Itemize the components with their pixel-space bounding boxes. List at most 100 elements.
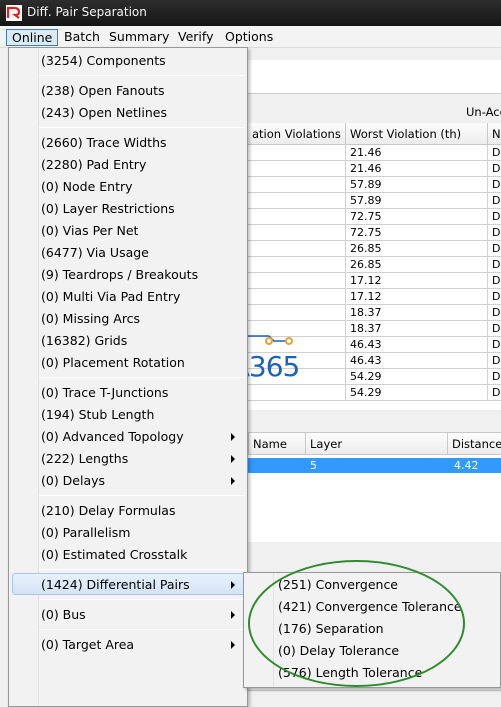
menu-item-teardrops-breakouts[interactable]: (9) Teardrops / Breakouts — [41, 264, 198, 286]
menu-summary[interactable]: Summary — [104, 29, 174, 46]
menu-item-delay-formulas[interactable]: (210) Delay Formulas — [41, 500, 175, 522]
menu-item-multi-via-pad-entry[interactable]: (0) Multi Via Pad Entry — [41, 286, 180, 308]
table-cell-violations[interactable] — [248, 273, 346, 289]
column-header-n[interactable]: N — [488, 123, 501, 145]
menu-item-trace-t-junctions[interactable]: (0) Trace T-Junctions — [41, 382, 168, 404]
toolbar-area — [248, 60, 501, 94]
table-cell-n[interactable]: DI — [488, 305, 501, 321]
menu-item-vias-per-net[interactable]: (0) Vias Per Net — [41, 220, 138, 242]
menu-batch[interactable]: Batch — [59, 29, 105, 46]
menu-item-pad-entry[interactable]: (2280) Pad Entry — [41, 154, 146, 176]
app-icon — [6, 5, 22, 21]
menu-item-trace-widths[interactable]: (2660) Trace Widths — [41, 132, 167, 154]
menu-item-grids[interactable]: (16382) Grids — [41, 330, 127, 352]
table-cell-violations[interactable] — [248, 209, 346, 225]
column-header-name[interactable]: Name — [248, 433, 306, 455]
table-cell-worst-violation[interactable]: 21.46 — [346, 145, 488, 161]
table-cell-worst-violation[interactable]: 54.29 — [346, 369, 488, 385]
table-cell-worst-violation[interactable]: 57.89 — [346, 177, 488, 193]
menu-item-target-area[interactable]: (0) Target Area — [41, 634, 134, 656]
table-cell-n[interactable]: DI — [488, 145, 501, 161]
table-cell-n[interactable]: DI — [488, 177, 501, 193]
table-cell-n[interactable]: DI — [488, 321, 501, 337]
table-cell-n[interactable]: DI — [488, 257, 501, 273]
menu-separator — [39, 629, 245, 630]
column-header-violations[interactable]: ation Violations — [248, 123, 346, 145]
menu-item-via-usage[interactable]: (6477) Via Usage — [41, 242, 149, 264]
table-cell-n[interactable]: DI — [488, 241, 501, 257]
menu-item-parallelism[interactable]: (0) Parallelism — [41, 522, 130, 544]
table-cell-violations[interactable] — [248, 161, 346, 177]
table-cell-n[interactable]: DI — [488, 225, 501, 241]
table-cell-n[interactable]: DI — [488, 273, 501, 289]
table-row-selected[interactable]: 5 4.42 — [248, 458, 501, 473]
submenu-arrow-icon — [231, 477, 235, 485]
menu-item-lengths[interactable]: (222) Lengths — [41, 448, 128, 470]
table-cell-worst-violation[interactable]: 18.37 — [346, 321, 488, 337]
menu-item-differential-pairs[interactable]: (1424) Differential Pairs — [41, 574, 190, 596]
column-header-worst-violation[interactable]: Worst Violation (th) — [346, 123, 488, 145]
table-cell-worst-violation[interactable]: 17.12 — [346, 289, 488, 305]
submenu-arrow-icon — [231, 581, 235, 589]
submenu-arrow-icon — [231, 611, 235, 619]
menu-online[interactable]: Online — [6, 29, 59, 46]
menu-verify[interactable]: Verify — [173, 29, 218, 46]
table-cell-worst-violation[interactable]: 57.89 — [346, 193, 488, 209]
column-header-layer[interactable]: Layer — [306, 433, 448, 455]
menu-item-missing-arcs[interactable]: (0) Missing Arcs — [41, 308, 140, 330]
unaccounted-label: Un-Acc — [466, 105, 501, 119]
title-bar: Diff. Pair Separation — [0, 0, 501, 26]
table-cell-n[interactable]: DI — [488, 337, 501, 353]
menu-separator — [39, 569, 245, 570]
table-cell-n[interactable]: DI — [488, 193, 501, 209]
table-cell-worst-violation[interactable]: 54.29 — [346, 385, 488, 401]
table-cell-worst-violation[interactable]: 17.12 — [346, 273, 488, 289]
table-cell-violations[interactable] — [248, 289, 346, 305]
table-cell-violations[interactable] — [248, 145, 346, 161]
table-cell-worst-violation[interactable]: 26.85 — [346, 241, 488, 257]
submenu-arrow-icon — [231, 433, 235, 441]
menu-item-layer-restrictions[interactable]: (0) Layer Restrictions — [41, 198, 175, 220]
menu-separator — [39, 377, 245, 378]
detail-table[interactable]: Name Layer Distance 5 4.42 — [248, 432, 501, 542]
submenu-arrow-icon — [231, 641, 235, 649]
table-cell-violations[interactable] — [248, 225, 346, 241]
menu-item-stub-length[interactable]: (194) Stub Length — [41, 404, 154, 426]
menu-item-open-fanouts[interactable]: (238) Open Fanouts — [41, 80, 165, 102]
table-cell-violations[interactable] — [248, 193, 346, 209]
table-cell-worst-violation[interactable]: 72.75 — [346, 225, 488, 241]
menu-item-node-entry[interactable]: (0) Node Entry — [41, 176, 133, 198]
table-cell-worst-violation[interactable]: 18.37 — [346, 305, 488, 321]
menu-options[interactable]: Options — [220, 29, 278, 46]
table-cell-violations[interactable] — [248, 241, 346, 257]
selected-distance: 4.42 — [454, 459, 479, 472]
table-cell-worst-violation[interactable]: 21.46 — [346, 161, 488, 177]
window-title: Diff. Pair Separation — [27, 5, 147, 19]
table-cell-worst-violation[interactable]: 72.75 — [346, 209, 488, 225]
table-cell-n[interactable]: DI — [488, 289, 501, 305]
table-cell-violations[interactable] — [248, 257, 346, 273]
menu-item-estimated-crosstalk[interactable]: (0) Estimated Crosstalk — [41, 544, 187, 566]
menu-item-advanced-topology[interactable]: (0) Advanced Topology — [41, 426, 184, 448]
table-cell-violations[interactable] — [248, 177, 346, 193]
table-cell-n[interactable]: DI — [488, 369, 501, 385]
menu-item-placement-rotation[interactable]: (0) Placement Rotation — [41, 352, 185, 374]
table-cell-violations[interactable] — [248, 385, 346, 401]
annotation-ellipse — [248, 560, 465, 687]
menu-item-open-netlines[interactable]: (243) Open Netlines — [41, 102, 167, 124]
online-menu: (3254) Components (238) Open Fanouts (24… — [8, 47, 248, 707]
table-cell-n[interactable]: DI — [488, 353, 501, 369]
menu-item-delays[interactable]: (0) Delays — [41, 470, 105, 492]
table-cell-worst-violation[interactable]: 26.85 — [346, 257, 488, 273]
menu-item-components[interactable]: (3254) Components — [41, 50, 166, 72]
table-cell-n[interactable]: DI — [488, 385, 501, 401]
table-cell-n[interactable]: DI — [488, 209, 501, 225]
column-header-distance[interactable]: Distance — [448, 433, 501, 455]
menu-separator — [39, 599, 245, 600]
table-cell-worst-violation[interactable]: 46.43 — [346, 337, 488, 353]
submenu-arrow-icon — [231, 455, 235, 463]
table-cell-violations[interactable] — [248, 305, 346, 321]
table-cell-worst-violation[interactable]: 46.43 — [346, 353, 488, 369]
menu-item-bus[interactable]: (0) Bus — [41, 604, 86, 626]
table-cell-n[interactable]: DI — [488, 161, 501, 177]
